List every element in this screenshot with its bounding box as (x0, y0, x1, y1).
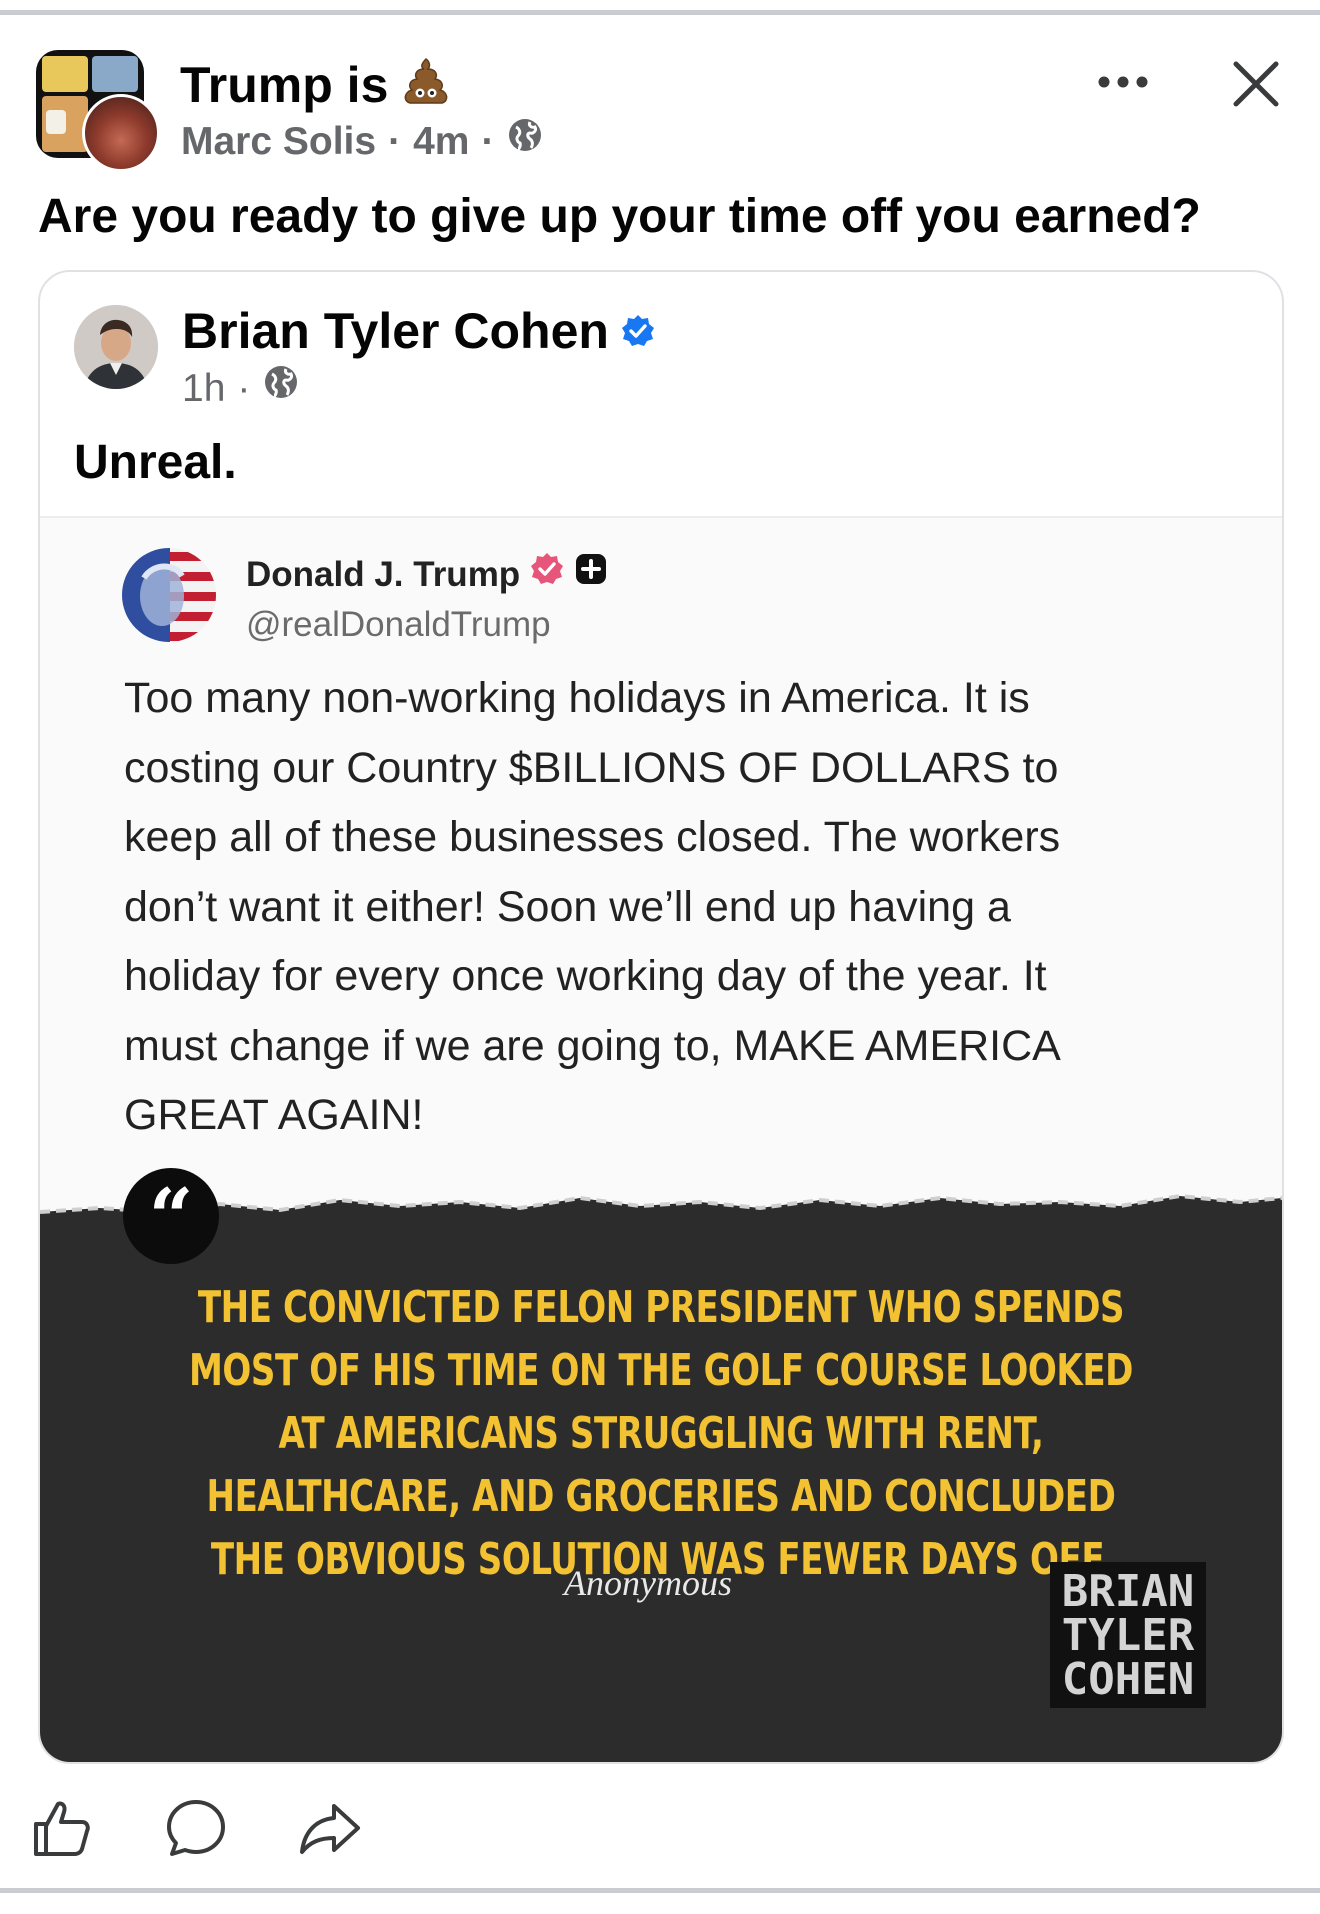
share-icon (300, 1804, 360, 1854)
more-icon (1098, 76, 1148, 88)
close-button[interactable] (1226, 54, 1286, 114)
quote-attribution: Anonymous (564, 1563, 732, 1603)
bottom-divider (0, 1888, 1320, 1893)
post-time[interactable]: 4m (413, 116, 469, 168)
brian-tyler-cohen-logo: BRIAN TYLER COHEN (1050, 1562, 1206, 1708)
shared-post-card[interactable]: Brian Tyler Cohen 1h · Unreal. Donald J.… (38, 270, 1284, 1764)
post-text: Are you ready to give up your time off y… (38, 190, 1201, 243)
post-title[interactable]: Trump is (180, 52, 452, 123)
tweet-body: Too many non-working holidays in America… (124, 674, 1061, 1139)
quote-headline: THE CONVICTED FELON PRESIDENT WHO SPENDS… (188, 1282, 1134, 1585)
author-name[interactable]: Marc Solis (181, 116, 376, 168)
shared-post-time[interactable]: 1h (182, 362, 225, 416)
group-avatar[interactable] (36, 50, 160, 172)
like-icon (34, 1801, 90, 1856)
verified-badge-icon (530, 552, 564, 598)
tweet-author-name: Donald J. Trump (246, 552, 608, 598)
user-avatar (82, 94, 160, 172)
like-button[interactable] (30, 1796, 94, 1860)
poop-icon (400, 55, 452, 123)
post-meta: Marc Solis · 4m · (181, 116, 544, 168)
globe-icon (262, 362, 300, 416)
comment-icon (167, 1800, 225, 1856)
verified-badge-icon (621, 298, 655, 364)
top-divider (0, 10, 1320, 15)
shared-author-name[interactable]: Brian Tyler Cohen (182, 298, 655, 364)
close-icon (1233, 61, 1279, 107)
separator: · (388, 120, 402, 163)
globe-icon (506, 116, 544, 168)
tweet-avatar (122, 548, 216, 642)
share-button[interactable] (298, 1796, 362, 1860)
quote-mark-icon: “ (123, 1168, 219, 1264)
tweet-handle: @realDonaldTrump (246, 605, 551, 644)
more-options-button[interactable] (1090, 60, 1156, 104)
separator: · (481, 120, 495, 163)
plus-badge-icon (574, 552, 608, 598)
separator: · (237, 367, 251, 410)
comment-button[interactable] (164, 1796, 228, 1860)
shared-post-text: Unreal. (74, 436, 237, 489)
shared-post-meta: 1h · (182, 362, 300, 416)
shared-author-avatar[interactable] (74, 305, 158, 389)
